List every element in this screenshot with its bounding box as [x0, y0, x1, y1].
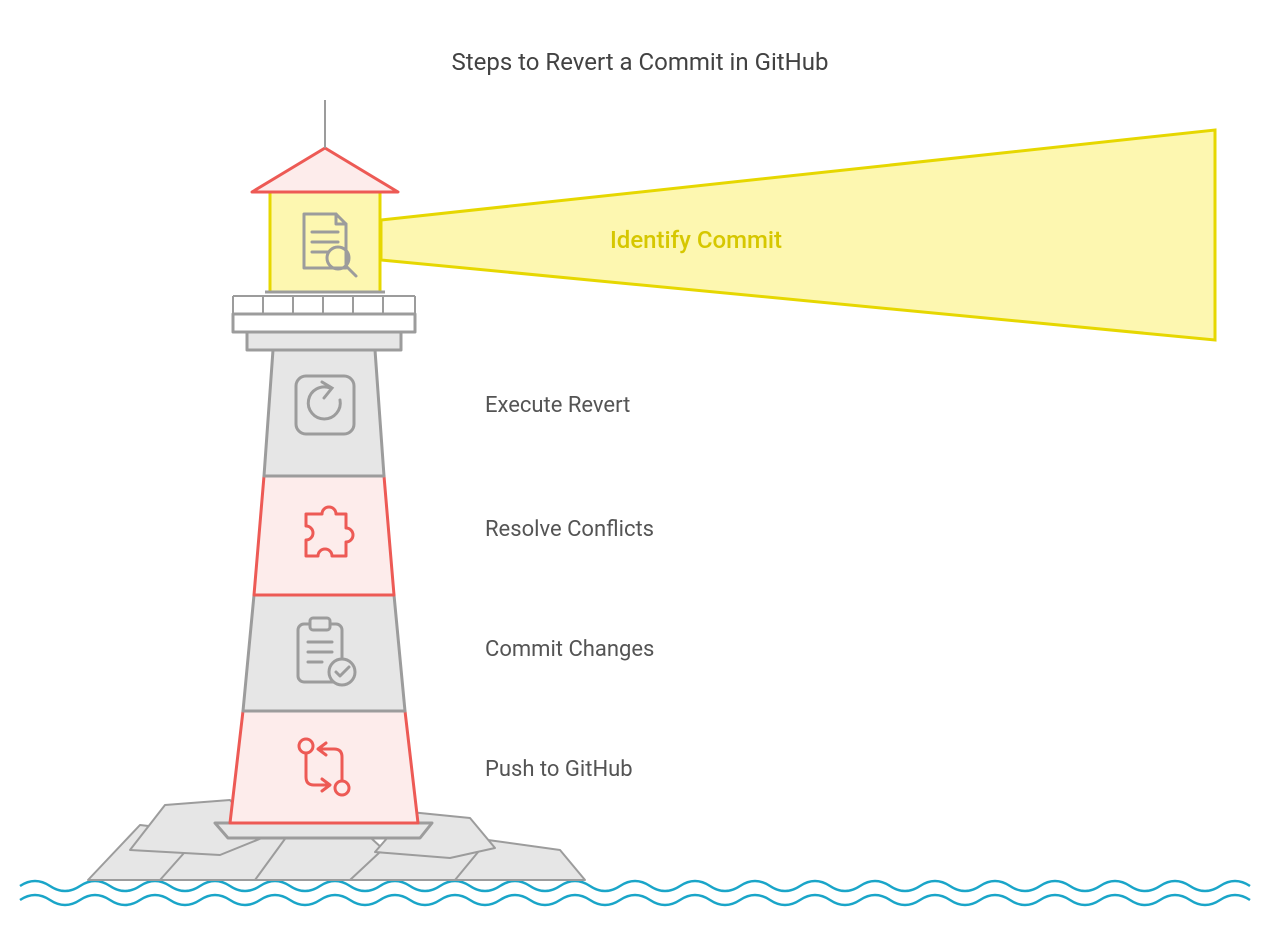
step-label-3: Commit Changes [485, 637, 654, 662]
diagram-title: Steps to Revert a Commit in GitHub [452, 48, 829, 76]
diagram-canvas: Steps to Revert a Commit in GitHub Ident… [0, 0, 1279, 948]
lighthouse-roof [252, 148, 398, 192]
step-label-1: Execute Revert [485, 393, 630, 418]
tower-seg-3 [254, 476, 394, 595]
step-label-0: Identify Commit [610, 226, 782, 254]
step-label-2: Resolve Conflicts [485, 517, 654, 542]
light-beam [381, 130, 1215, 340]
tower-seg-2 [264, 350, 384, 476]
lighthouse [215, 100, 432, 838]
step-label-4: Push to GitHub [485, 757, 633, 782]
water-wave-1 [20, 881, 1250, 891]
tower-seg-5 [230, 711, 418, 823]
water-wave-2 [20, 895, 1250, 905]
